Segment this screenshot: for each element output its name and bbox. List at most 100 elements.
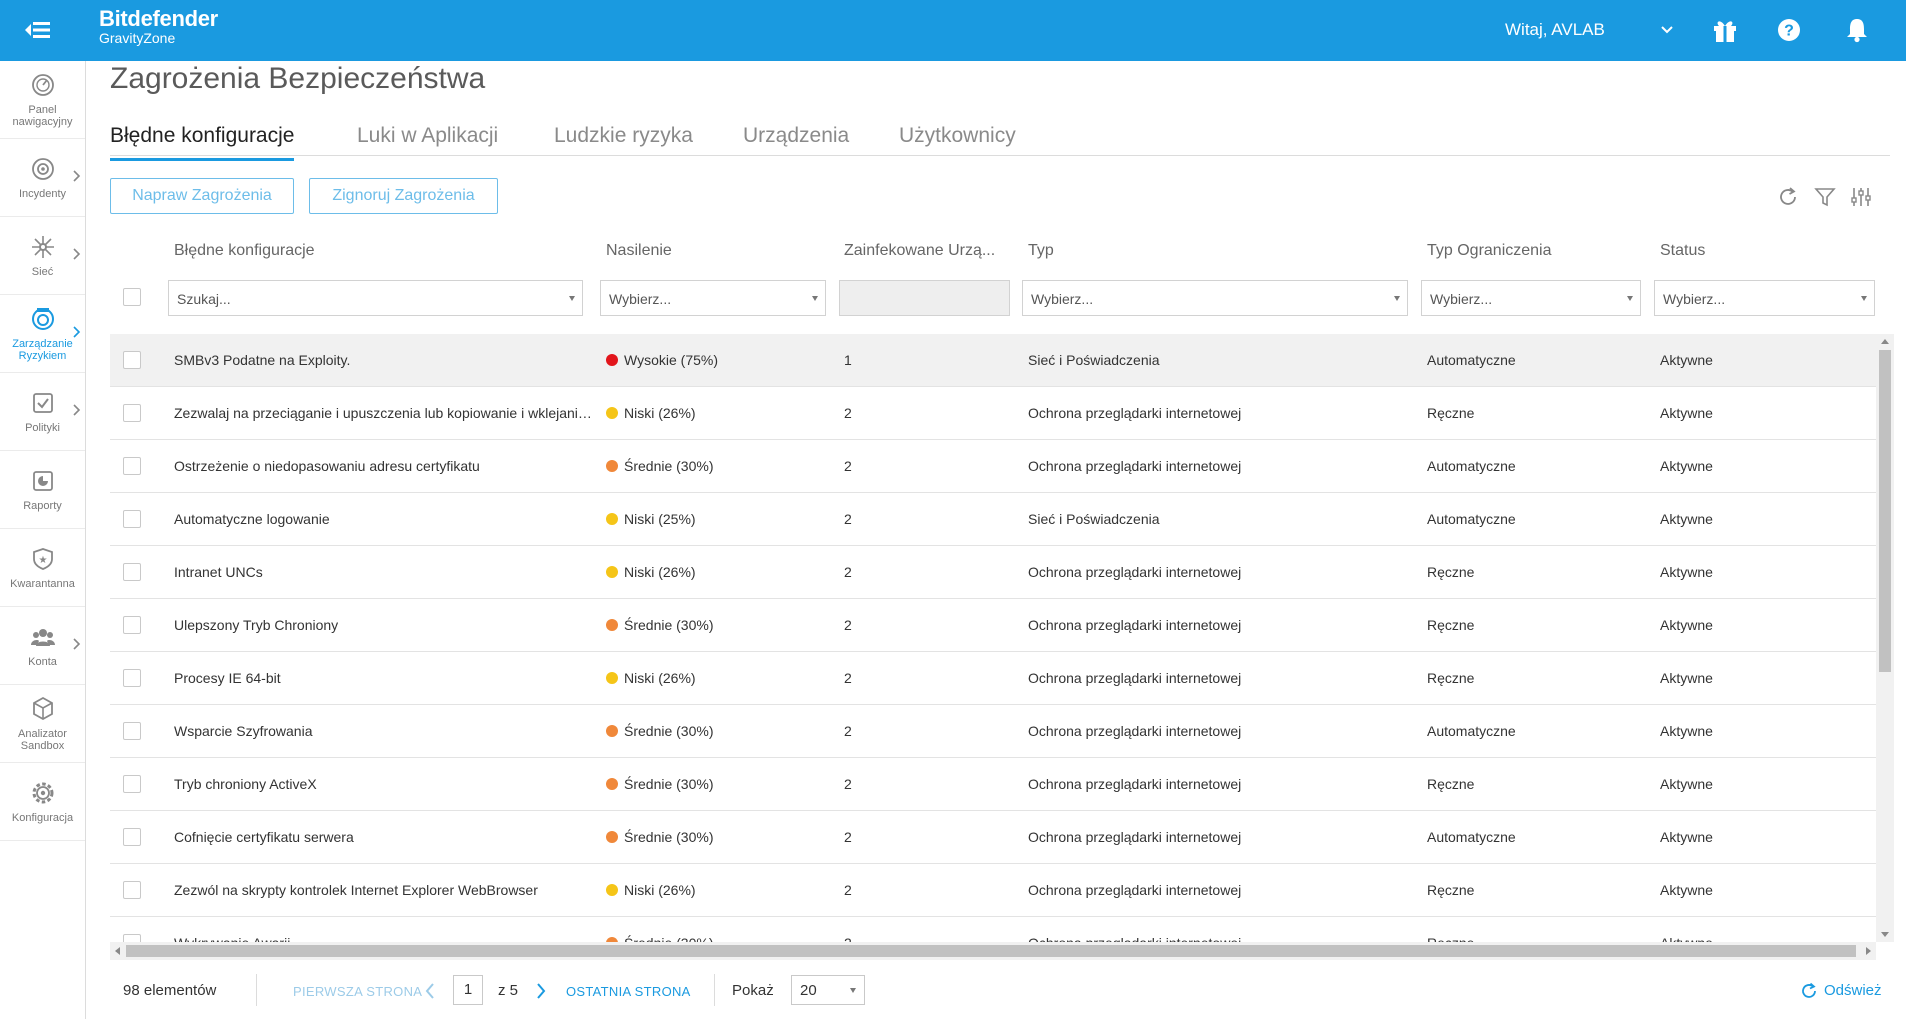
- fix-threats-button[interactable]: Napraw Zagrożenia: [110, 178, 294, 214]
- cell-status: Aktywne: [1660, 405, 1713, 421]
- restriction-type-filter[interactable]: Wybierz...: [1421, 280, 1641, 316]
- next-page-icon[interactable]: [535, 982, 547, 1000]
- sidebar-item-network[interactable]: Sieć: [0, 217, 85, 295]
- page-size-select[interactable]: 20: [791, 975, 865, 1005]
- cell-type: Ochrona przeglądarki internetowej: [1028, 776, 1242, 792]
- brand-logo[interactable]: Bitdefender GravityZone: [99, 8, 218, 46]
- column-header-status[interactable]: Status: [1660, 242, 1705, 260]
- tab-users[interactable]: Użytkownicy: [899, 124, 1016, 148]
- sidebar-item-dashboard[interactable]: Panel nawigacyjny: [0, 61, 85, 139]
- column-header-restriction-type[interactable]: Typ Ograniczenia: [1427, 242, 1552, 260]
- status-filter[interactable]: Wybierz...: [1654, 280, 1875, 316]
- table-row[interactable]: Cofnięcie certyfikatu serwera Średnie (30…: [110, 811, 1876, 864]
- table-row[interactable]: Procesy IE 64-bit Niski (26%) 2 Ochrona prz…: [110, 652, 1876, 705]
- tab-devices[interactable]: Urządzenia: [743, 124, 849, 148]
- row-checkbox[interactable]: [123, 669, 141, 687]
- horizontal-scrollbar[interactable]: [110, 942, 1876, 960]
- row-checkbox[interactable]: [123, 722, 141, 740]
- network-icon: [31, 235, 54, 258]
- sidebar-item-policies[interactable]: Polityki: [0, 373, 85, 451]
- sidebar-item-label: Panel nawigacyjny: [12, 103, 73, 128]
- sidebar-item-label: Zarządzanie Ryzykiem: [12, 337, 73, 362]
- type-filter[interactable]: Wybierz...: [1022, 280, 1408, 316]
- cell-type: Ochrona przeglądarki internetowej: [1028, 458, 1242, 474]
- sidebar-item-risk-management[interactable]: Zarządzanie Ryzykiem: [0, 295, 85, 373]
- tab-app-vulnerabilities[interactable]: Luki w Aplikacji: [357, 124, 498, 148]
- sidebar-item-quarantine[interactable]: ★ Kwarantanna: [0, 529, 85, 607]
- severity-label: Średnie (30%): [624, 776, 714, 792]
- cell-status: Aktywne: [1660, 829, 1713, 845]
- collapse-menu-icon[interactable]: [24, 18, 52, 42]
- severity-dot-icon: [606, 566, 618, 578]
- severity-dot-icon: [606, 725, 618, 737]
- column-settings-icon[interactable]: [1850, 186, 1872, 208]
- severity-dot-icon: [606, 831, 618, 843]
- last-page-link[interactable]: OSTATNIA STRONA: [566, 984, 691, 999]
- sidebar-item-reports[interactable]: Raporty: [0, 451, 85, 529]
- row-checkbox[interactable]: [123, 457, 141, 475]
- user-greeting[interactable]: Witaj, AVLAB: [1505, 20, 1605, 40]
- select-all-checkbox[interactable]: [123, 288, 141, 306]
- prev-page-icon[interactable]: [424, 982, 436, 1000]
- table-row[interactable]: SMBv3 Podatne na Exploity. Wysokie (75%) 1…: [110, 334, 1876, 387]
- row-checkbox[interactable]: [123, 563, 141, 581]
- row-checkbox[interactable]: [123, 828, 141, 846]
- ignore-threats-button[interactable]: Zignoruj Zagrożenia: [309, 178, 498, 214]
- scroll-left-icon[interactable]: [115, 947, 120, 955]
- column-header-severity[interactable]: Nasilenie: [606, 242, 672, 260]
- sidebar-item-configuration[interactable]: Konfiguracja: [0, 763, 85, 841]
- refresh-link[interactable]: Odśwież: [1824, 982, 1882, 999]
- severity-dot-icon: [606, 407, 618, 419]
- row-checkbox[interactable]: [123, 616, 141, 634]
- search-filter[interactable]: Szukaj...: [168, 280, 583, 316]
- scrollbar-thumb[interactable]: [126, 945, 1856, 957]
- scroll-down-icon[interactable]: [1881, 932, 1889, 937]
- tab-human-risks[interactable]: Ludzkie ryzyka: [554, 124, 693, 148]
- table-row[interactable]: Ostrzeżenie o niedopasowaniu adresu cert…: [110, 440, 1876, 493]
- table-row[interactable]: Zezwól na skrypty kontrolek Internet Exp…: [110, 864, 1876, 917]
- table-row[interactable]: Wsparcie Szyfrowania Średnie (30%) 2 Ochron…: [110, 705, 1876, 758]
- scroll-up-icon[interactable]: [1881, 339, 1889, 344]
- cell-misconfiguration: Ulepszony Tryb Chroniony: [174, 617, 339, 633]
- chevron-down-icon[interactable]: [1658, 21, 1676, 39]
- first-page-link[interactable]: PIERWSZA STRONA: [293, 984, 422, 999]
- table-row[interactable]: Tryb chroniony ActiveX Średnie (30%) 2 Ochr…: [110, 758, 1876, 811]
- cell-severity: Niski (26%): [606, 670, 696, 686]
- row-checkbox[interactable]: [123, 881, 141, 899]
- table-row[interactable]: Zezwalaj na przeciąganie i upuszczenia l…: [110, 387, 1876, 440]
- sidebar-item-incidents[interactable]: Incydenty: [0, 139, 85, 217]
- column-header-type[interactable]: Typ: [1028, 242, 1054, 260]
- chevron-right-icon: [73, 638, 81, 650]
- sidebar-item-sandbox-analyzer[interactable]: Analizator Sandbox: [0, 685, 85, 763]
- row-checkbox[interactable]: [123, 775, 141, 793]
- sidebar-item-accounts[interactable]: Konta: [0, 607, 85, 685]
- severity-filter[interactable]: Wybierz...: [600, 280, 826, 316]
- table-row[interactable]: Wykrywanie Awarii Średnie (30%) 2 Ochrona p…: [110, 917, 1876, 942]
- row-checkbox[interactable]: [123, 404, 141, 422]
- column-header-misconfiguration[interactable]: Błędne konfiguracje: [174, 242, 315, 260]
- help-icon[interactable]: ?: [1774, 15, 1804, 45]
- column-header-infected-devices[interactable]: Zainfekowane Urzą...: [844, 242, 995, 260]
- table-row[interactable]: Intranet UNCs Niski (26%) 2 Ochrona przeglą…: [110, 546, 1876, 599]
- severity-label: Niski (26%): [624, 882, 696, 898]
- gift-icon[interactable]: [1710, 15, 1740, 45]
- page-number-input[interactable]: 1: [453, 975, 483, 1005]
- refresh-icon[interactable]: [1800, 982, 1818, 1000]
- table-row[interactable]: Automatyczne logowanie Niski (25%) 2 Sieć i…: [110, 493, 1876, 546]
- filter-icon[interactable]: [1814, 186, 1836, 208]
- tab-misconfigurations[interactable]: Błędne konfiguracje: [110, 124, 295, 161]
- refresh-icon[interactable]: [1777, 186, 1799, 208]
- dropdown-caret-icon: [1394, 296, 1400, 301]
- severity-dot-icon: [606, 672, 618, 684]
- cell-severity: Średnie (30%): [606, 829, 714, 845]
- table-row[interactable]: Ulepszony Tryb Chroniony Średnie (30%) 2 Oc…: [110, 599, 1876, 652]
- row-checkbox[interactable]: [123, 510, 141, 528]
- notifications-bell-icon[interactable]: [1842, 15, 1872, 45]
- scrollbar-thumb[interactable]: [1879, 350, 1891, 672]
- row-checkbox[interactable]: [123, 351, 141, 369]
- vertical-scrollbar[interactable]: [1876, 334, 1894, 942]
- severity-label: Średnie (30%): [624, 829, 714, 845]
- row-checkbox[interactable]: [123, 934, 141, 942]
- scroll-right-icon[interactable]: [1866, 947, 1871, 955]
- policies-icon: [32, 392, 53, 413]
